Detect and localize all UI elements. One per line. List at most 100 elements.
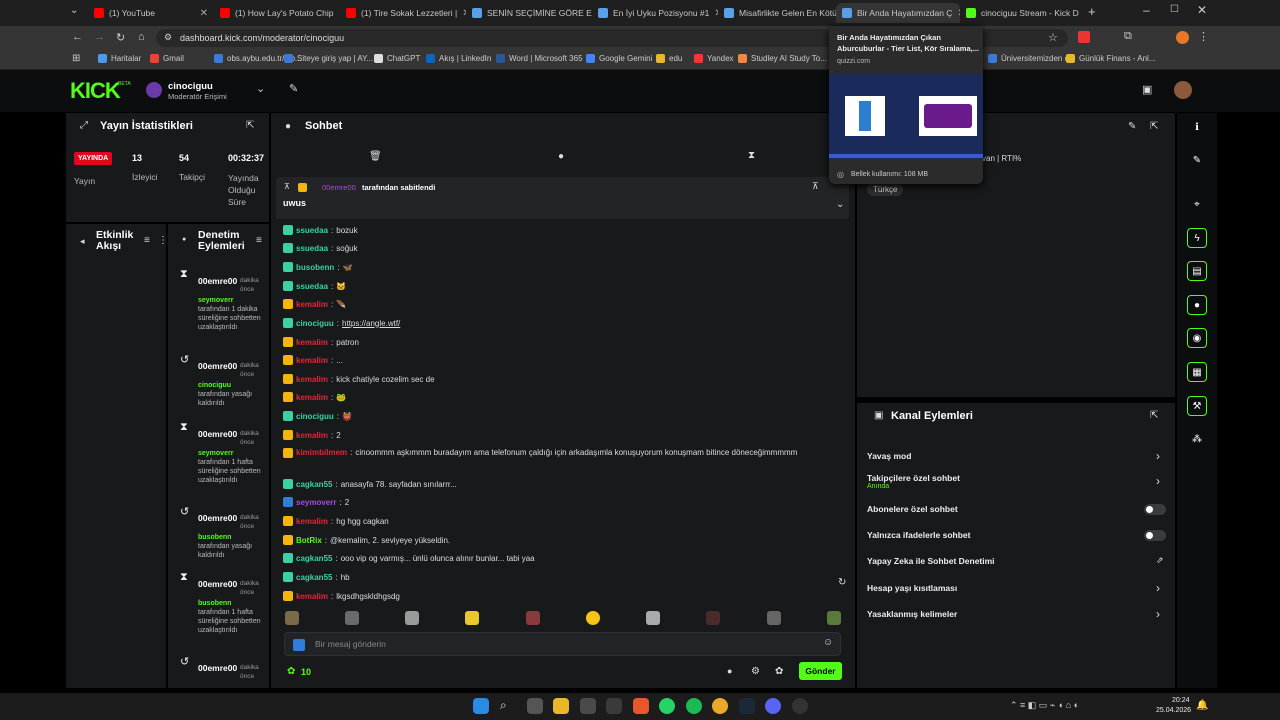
chevron-right-icon[interactable]: › — [1156, 607, 1160, 621]
browser-tab[interactable]: (1) How Lay's Potato Chip✕ — [214, 3, 340, 23]
edit-rail-icon[interactable]: ✎ — [1187, 150, 1207, 170]
clock-date[interactable]: 25.04.2026 — [1156, 707, 1191, 714]
home-icon[interactable]: ⌂ — [138, 31, 145, 43]
chat-username[interactable]: cinociguu — [296, 412, 334, 421]
chat-username[interactable]: kemalim — [296, 300, 328, 309]
chat-trash-icon[interactable]: 🗑 — [369, 151, 382, 162]
modlog-target-user[interactable]: 00emre00 — [198, 429, 237, 439]
kick-logo[interactable]: KICK — [70, 78, 121, 104]
info-edit-icon[interactable]: ✎ — [1128, 121, 1136, 132]
pinned-message[interactable]: ⊼ 00emre00 tarafından sabitlendi ⊼ uwus … — [276, 177, 849, 219]
quick-emote[interactable] — [767, 611, 781, 625]
bookmark-star-icon[interactable]: ☆ — [1048, 31, 1058, 44]
modlog-actor[interactable]: seymoverr — [198, 296, 264, 305]
chat-scroll-refresh-icon[interactable]: ↻ — [838, 577, 846, 588]
chat-username[interactable]: ssuedaa — [296, 244, 328, 253]
browser-tab[interactable]: cinociguu Stream - Kick D✕ — [960, 3, 1082, 23]
modlog-actor[interactable]: busobenn — [198, 533, 264, 542]
modlog-target-user[interactable]: 00emre00 — [198, 361, 237, 371]
extensions-puzzle-icon[interactable]: ⧉ — [1124, 30, 1132, 43]
modlog-actor[interactable]: cinociguu — [198, 381, 264, 390]
chat-username[interactable]: cagkan55 — [296, 480, 332, 489]
chat-bubble-tab-icon[interactable]: ● — [558, 151, 564, 162]
quick-emote[interactable] — [465, 611, 479, 625]
activity-more-icon[interactable]: ⋮ — [158, 235, 168, 246]
chat-username[interactable]: kemalim — [296, 356, 328, 365]
chat-timeout-icon[interactable]: ⧗ — [748, 150, 755, 161]
notification-bell-icon[interactable]: 🔔 — [1196, 700, 1208, 711]
toggle-switch[interactable] — [1144, 504, 1166, 515]
pinned-expand-chevron-icon[interactable]: ⌄ — [836, 199, 844, 210]
channel-name[interactable]: cinociguu — [168, 81, 213, 92]
quick-emote[interactable] — [405, 611, 419, 625]
chrome-icon[interactable] — [712, 698, 728, 714]
quick-emote[interactable] — [586, 611, 600, 625]
chat-username[interactable]: ssuedaa — [296, 226, 328, 235]
bolt-rail-icon[interactable]: ϟ — [1187, 228, 1207, 248]
chat-input[interactable]: Bir mesaj gönderin ☺ — [284, 632, 841, 656]
modlog-actor[interactable]: busobenn — [198, 599, 264, 608]
chat-username[interactable]: ssuedaa — [296, 282, 328, 291]
back-icon[interactable]: ← — [72, 31, 83, 43]
browser-tab[interactable]: (1) Tire Sokak Lezzetleri |✕ — [340, 3, 466, 23]
emote-picker-icon[interactable]: ☺ — [823, 637, 833, 648]
bookmark-item[interactable]: ChatGPT — [374, 54, 420, 63]
wrench-rail-icon[interactable]: ⚒ — [1187, 396, 1207, 416]
toggle-switch[interactable] — [1144, 530, 1166, 541]
quick-emote[interactable] — [285, 611, 299, 625]
spotify-icon[interactable] — [686, 698, 702, 714]
document-rail-icon[interactable]: ▤ — [1187, 261, 1207, 281]
close-window-button[interactable]: ✕ — [1197, 3, 1207, 17]
chat-rail-icon[interactable]: ● — [1187, 295, 1207, 315]
mail-icon[interactable] — [606, 698, 622, 714]
chat-emote-icon[interactable]: ✿ — [775, 666, 783, 677]
bookmark-item[interactable]: Günlük Finans - Anl... — [1066, 54, 1155, 63]
layout-rail-icon[interactable]: ▦ — [1187, 362, 1207, 382]
modlog-drag-icon[interactable]: ● — [182, 236, 186, 243]
file-explorer-icon[interactable] — [553, 698, 569, 714]
info-popout-icon[interactable]: ⇱ — [1150, 121, 1158, 132]
modlog-filter-icon[interactable]: ≡ — [256, 235, 262, 246]
pin-tool-icon[interactable]: ✎ — [289, 82, 298, 95]
tab-close-icon[interactable]: ✕ — [200, 8, 208, 19]
channel-actions-popout-icon[interactable]: ⇱ — [1150, 410, 1158, 421]
tab-search-icon[interactable]: ⌄ — [70, 5, 78, 16]
modlog-actor[interactable]: seymoverr — [198, 449, 264, 458]
theater-mode-icon[interactable]: ▣ — [1142, 83, 1152, 96]
new-tab-button[interactable]: + — [1088, 4, 1096, 19]
teams-icon[interactable] — [633, 698, 649, 714]
bookmark-item[interactable]: edu — [656, 54, 682, 63]
browser-tab[interactable]: Bir Anda Hayatımızdan Ç✕ — [836, 3, 960, 23]
quick-emote[interactable] — [526, 611, 540, 625]
channel-action-label[interactable]: Abonelere özel sohbet — [867, 504, 958, 514]
apps-grid-icon[interactable]: ⊞ — [72, 53, 80, 64]
send-button[interactable]: Gönder — [799, 662, 842, 680]
bookmark-item[interactable]: Siteye giriş yap | AY... — [284, 54, 373, 63]
chat-text[interactable]: https://angle.wtf/ — [342, 319, 400, 328]
chat-username[interactable]: cinociguu — [296, 319, 334, 328]
system-tray-icons[interactable]: ⌃ ≡ ◧ ▭ ⌁ ◖ ⌂ ◐ — [1010, 700, 1079, 711]
activity-drag-icon[interactable]: ◂ — [80, 236, 85, 247]
browser-tab[interactable]: SENİN SEÇİMİNE GÖRE EN✕ — [466, 3, 592, 23]
chat-chat-icon[interactable]: ● — [727, 666, 732, 676]
chevron-right-icon[interactable]: › — [1156, 581, 1160, 595]
chat-username[interactable]: kemalim — [296, 375, 328, 384]
chat-settings-icon[interactable]: ⚙ — [751, 666, 760, 677]
stats-popout-icon[interactable]: ⇱ — [246, 120, 254, 131]
quick-emote[interactable] — [706, 611, 720, 625]
browser-tab[interactable]: Misafirlikte Gelen En Kötü✕ — [718, 3, 844, 23]
stats-drag-icon[interactable]: ⤢ — [80, 120, 88, 131]
info-rail-icon[interactable]: ℹ — [1187, 117, 1207, 137]
quick-emote[interactable] — [827, 611, 841, 625]
browser-tab[interactable]: (1) YouTube ✕ — [88, 3, 214, 23]
target-rail-icon[interactable]: ⌖ — [1187, 194, 1207, 214]
bookmark-item[interactable]: Haritalar — [98, 54, 141, 63]
profile-avatar[interactable] — [1176, 31, 1189, 44]
quick-emote[interactable] — [646, 611, 660, 625]
steam-icon[interactable] — [739, 698, 755, 714]
bookmark-item[interactable]: Studley AI Study To... — [738, 54, 827, 63]
clock-time[interactable]: 20:24 — [1172, 697, 1190, 704]
menu-dots-icon[interactable]: ⋮ — [1198, 30, 1209, 43]
discord-icon[interactable] — [765, 698, 781, 714]
chat-username[interactable]: cagkan55 — [296, 573, 332, 582]
